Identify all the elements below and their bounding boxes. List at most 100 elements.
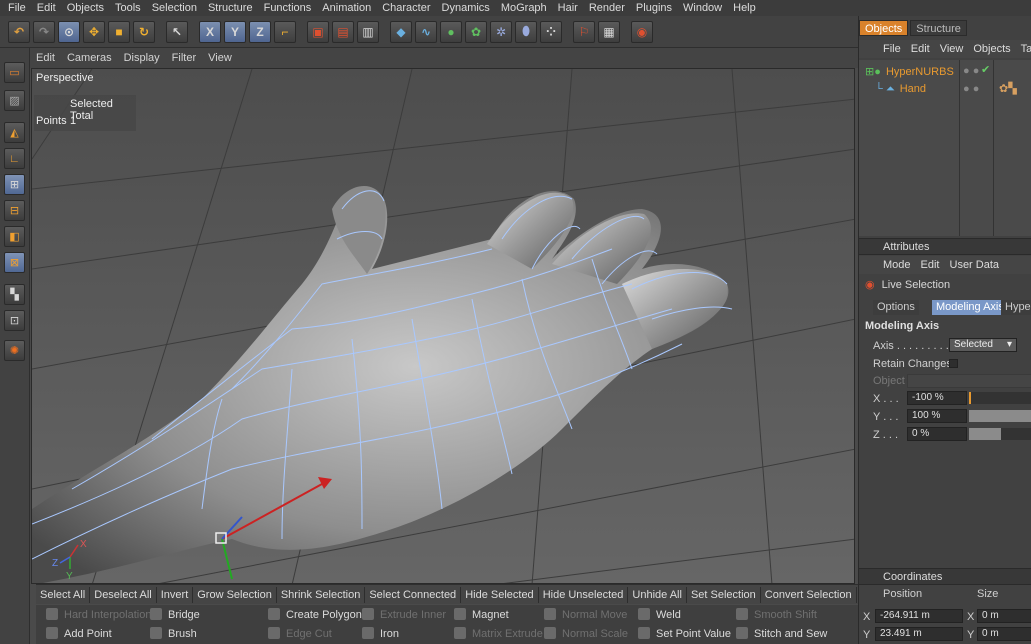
menu-user-data[interactable]: User Data bbox=[950, 259, 1000, 271]
menu-tags[interactable]: Ta bbox=[1021, 43, 1031, 55]
texture-mode-icon[interactable]: ▨ bbox=[4, 90, 25, 111]
menu-selection[interactable]: Selection bbox=[148, 2, 204, 14]
object-row-hand[interactable]: └ ⏶ Hand bbox=[875, 83, 926, 96]
x-axis-lock-icon[interactable]: X bbox=[199, 20, 221, 43]
checker-icon[interactable]: ▚ bbox=[4, 284, 25, 305]
select-connected-button[interactable]: Select Connected bbox=[365, 586, 462, 603]
x-slider[interactable] bbox=[969, 392, 1031, 404]
array-icon[interactable]: ✿ bbox=[465, 20, 487, 43]
point-mode-icon[interactable]: ⊞ bbox=[4, 174, 25, 195]
light-icon[interactable]: ▦ bbox=[598, 20, 620, 43]
menu-attr-edit[interactable]: Edit bbox=[921, 259, 940, 271]
perspective-viewport[interactable]: X Y Z Perspective Selected Total Points … bbox=[31, 68, 855, 584]
object-link-field[interactable] bbox=[907, 374, 1031, 388]
menu-tools[interactable]: Tools bbox=[111, 2, 148, 14]
deselect-all-button[interactable]: Deselect All bbox=[90, 586, 157, 603]
set-point-value-command[interactable]: Set Point Value bbox=[638, 625, 731, 643]
menu-hair[interactable]: Hair bbox=[554, 2, 585, 14]
scale-icon[interactable]: ■ bbox=[108, 20, 130, 43]
y-percent-field[interactable]: 100 % bbox=[907, 409, 967, 423]
x-percent-field[interactable]: -100 % bbox=[907, 391, 967, 405]
create-polygon-command[interactable]: Create Polygon bbox=[268, 606, 362, 624]
retain-changes-checkbox[interactable] bbox=[949, 359, 958, 368]
tag-icon[interactable]: ✿▚ bbox=[999, 82, 1017, 95]
move-icon[interactable]: ✥ bbox=[83, 20, 105, 43]
tab-structure[interactable]: Structure bbox=[910, 20, 967, 36]
viewport-menu-display[interactable]: Display bbox=[124, 52, 160, 64]
tweak-mode-icon[interactable]: ⊠ bbox=[4, 252, 25, 273]
edge-cut-command[interactable]: Edge Cut bbox=[268, 625, 332, 643]
grow-selection-button[interactable]: Grow Selection bbox=[193, 586, 277, 603]
rotate-icon[interactable]: ↻ bbox=[133, 20, 155, 43]
polygon-mode-icon[interactable]: ◧ bbox=[4, 226, 25, 247]
y-axis-lock-icon[interactable]: Y bbox=[224, 20, 246, 43]
size-x-field[interactable]: 0 m bbox=[977, 609, 1031, 623]
menu-render[interactable]: Render bbox=[585, 2, 632, 14]
z-percent-field[interactable]: 0 % bbox=[907, 427, 967, 441]
subtab-options[interactable]: Options bbox=[873, 300, 919, 315]
menu-mode[interactable]: Mode bbox=[883, 259, 911, 271]
z-slider[interactable] bbox=[969, 428, 1031, 440]
position-y-field[interactable]: 23.491 m bbox=[875, 627, 963, 641]
scene-icon[interactable]: ⁘ bbox=[540, 20, 562, 43]
edge-mode-icon[interactable]: ⊟ bbox=[4, 200, 25, 221]
viewport-menu-filter[interactable]: Filter bbox=[172, 52, 196, 64]
particle-icon[interactable]: ✲ bbox=[490, 20, 512, 43]
iron-command[interactable]: Iron bbox=[362, 625, 399, 643]
viewport-menu-view[interactable]: View bbox=[208, 52, 232, 64]
viewport-menu-cameras[interactable]: Cameras bbox=[67, 52, 112, 64]
matrix-extrude-command[interactable]: Matrix Extrude bbox=[454, 625, 543, 643]
hide-selected-button[interactable]: Hide Selected bbox=[461, 586, 539, 603]
undo-icon[interactable]: ↶ bbox=[8, 20, 30, 43]
render-picture-viewer-icon[interactable]: ▤ bbox=[332, 20, 354, 43]
coordinate-system-icon[interactable]: ⌐ bbox=[274, 20, 296, 43]
spline-icon[interactable]: ∿ bbox=[415, 20, 437, 43]
viewport-menu-edit[interactable]: Edit bbox=[36, 52, 55, 64]
menu-functions[interactable]: Functions bbox=[260, 2, 319, 14]
menu-animation[interactable]: Animation bbox=[318, 2, 378, 14]
axis-dropdown[interactable]: Selected ▾ bbox=[949, 338, 1017, 352]
weld-command[interactable]: Weld bbox=[638, 606, 681, 624]
render-settings-icon[interactable]: ▥ bbox=[357, 20, 379, 43]
menu-mograph[interactable]: MoGraph bbox=[497, 2, 554, 14]
normal-move-command[interactable]: Normal Move bbox=[544, 606, 627, 624]
normal-scale-command[interactable]: Normal Scale bbox=[544, 625, 628, 643]
stitch-and-sew-command[interactable]: Stitch and Sew bbox=[736, 625, 827, 643]
position-x-field[interactable]: -264.911 m bbox=[875, 609, 963, 623]
menu-file[interactable]: File bbox=[4, 2, 33, 14]
unhide-all-button[interactable]: Unhide All bbox=[628, 586, 687, 603]
check-icon[interactable]: ✔ bbox=[981, 63, 990, 76]
object-mode-icon[interactable]: ◭ bbox=[4, 122, 25, 143]
add-point-command[interactable]: Add Point bbox=[46, 625, 112, 643]
menu-objects[interactable]: Objects bbox=[63, 2, 111, 14]
magnet-command[interactable]: Magnet bbox=[454, 606, 509, 624]
live-selection-icon[interactable]: ⊙ bbox=[58, 20, 80, 43]
camera-icon[interactable]: ⚐ bbox=[573, 20, 595, 43]
material-icon[interactable]: ◉ bbox=[631, 20, 653, 43]
extrude-inner-command[interactable]: Extrude Inner bbox=[362, 606, 446, 624]
select-all-button[interactable]: Select All bbox=[36, 586, 91, 603]
subtab-hypernurbs[interactable]: HyperN bbox=[1001, 300, 1031, 315]
sculpt-icon[interactable]: ✺ bbox=[4, 340, 25, 361]
cube-icon[interactable]: ◆ bbox=[390, 20, 412, 43]
hard-interpolation-command[interactable]: Hard Interpolation bbox=[46, 606, 151, 624]
menu-edit[interactable]: Edit bbox=[911, 43, 930, 55]
brush-command[interactable]: Brush bbox=[150, 625, 197, 643]
visibility-dots[interactable]: ● ● bbox=[963, 65, 979, 77]
render-view-icon[interactable]: ▣ bbox=[307, 20, 329, 43]
last-tool-icon[interactable]: ↖ bbox=[166, 20, 188, 43]
menu-plugins[interactable]: Plugins bbox=[632, 2, 679, 14]
redo-icon[interactable]: ↷ bbox=[33, 20, 55, 43]
y-slider[interactable] bbox=[969, 410, 1031, 422]
menu-character[interactable]: Character bbox=[378, 2, 437, 14]
set-selection-button[interactable]: Set Selection bbox=[687, 586, 761, 603]
axis-mode-icon[interactable]: ∟ bbox=[4, 148, 25, 169]
menu-file[interactable]: File bbox=[883, 43, 901, 55]
menu-help[interactable]: Help bbox=[729, 2, 763, 14]
menu-objects[interactable]: Objects bbox=[973, 43, 1010, 55]
convert-selection-button[interactable]: Convert Selection bbox=[761, 586, 857, 603]
visibility-dots[interactable]: ● ● bbox=[963, 83, 979, 95]
shrink-selection-button[interactable]: Shrink Selection bbox=[277, 586, 366, 603]
hide-unselected-button[interactable]: Hide Unselected bbox=[539, 586, 629, 603]
menu-view[interactable]: View bbox=[940, 43, 964, 55]
